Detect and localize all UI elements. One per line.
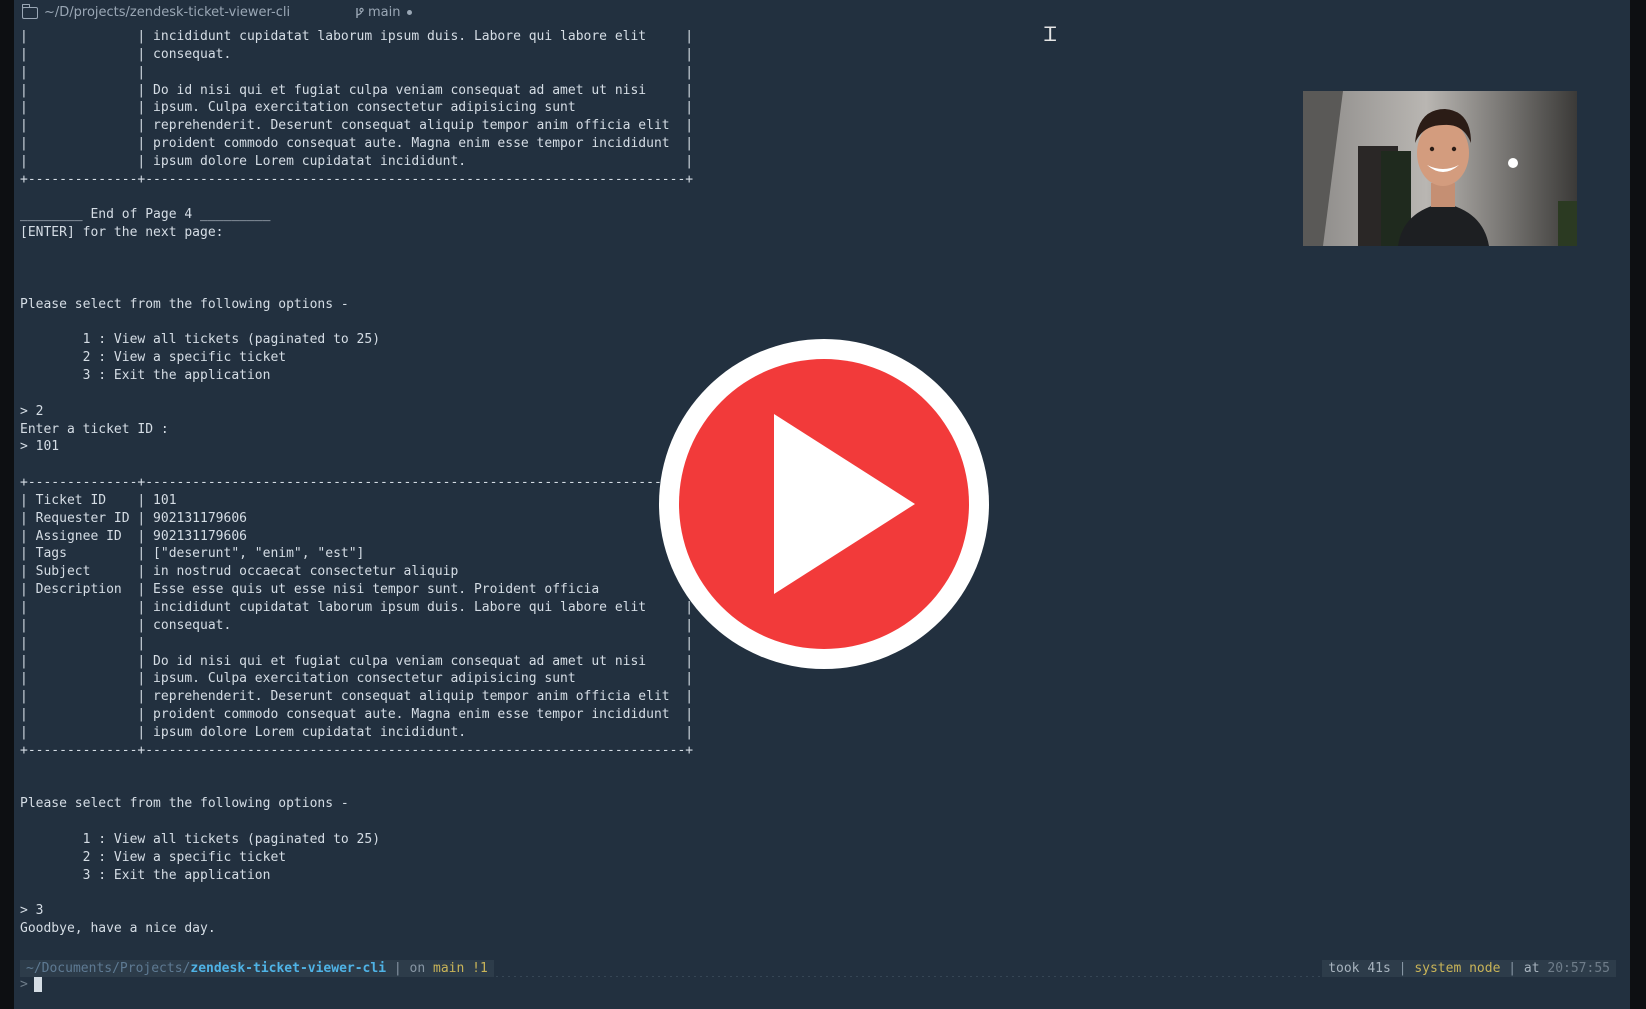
prompt-at-label: at bbox=[1523, 961, 1548, 976]
titlebar-branch-label: main bbox=[368, 5, 401, 20]
titlebar-path: ~/D/projects/zendesk-ticket-viewer-cli bbox=[21, 3, 291, 20]
prompt-separator: | bbox=[1390, 961, 1415, 976]
terminal-output: | | incididunt cupidatat laborum ipsum d… bbox=[20, 29, 694, 937]
titlebar-path-text: ~/D/projects/zendesk-ticket-viewer-cli bbox=[44, 5, 291, 20]
prompt-left-segment: ~/Documents/Projects/zendesk-ticket-view… bbox=[20, 960, 494, 977]
play-icon[interactable] bbox=[659, 339, 989, 669]
command-input-line[interactable]: > bbox=[20, 977, 42, 992]
prompt-on-label: on bbox=[409, 961, 434, 976]
prompt-right-segment: took 41s | system node | at 20:57:55 bbox=[1322, 960, 1616, 977]
prompt-dotted-fill bbox=[493, 960, 1323, 977]
prompt-node: system node bbox=[1414, 961, 1501, 976]
folder-icon bbox=[21, 3, 38, 19]
webcam-video bbox=[1303, 91, 1577, 246]
prompt-status-bar: ~/Documents/Projects/zendesk-ticket-view… bbox=[20, 960, 1616, 977]
titlebar-branch: main bbox=[354, 5, 413, 20]
prompt-separator: | bbox=[386, 961, 410, 976]
git-branch-icon bbox=[356, 7, 364, 18]
ibeam-cursor-icon: Ꮖ bbox=[1044, 22, 1058, 46]
titlebar: ~/D/projects/zendesk-ticket-viewer-cli m… bbox=[14, 0, 1630, 26]
prompt-symbol: > bbox=[20, 977, 28, 992]
prompt-repo: zendesk-ticket-viewer-cli bbox=[190, 961, 387, 976]
prompt-separator: | bbox=[1500, 961, 1524, 976]
text-cursor bbox=[33, 977, 42, 992]
modified-dot-icon bbox=[407, 10, 413, 15]
prompt-branch: main !1 bbox=[433, 961, 488, 976]
video-play-button[interactable] bbox=[659, 339, 989, 669]
prompt-took: took 41s bbox=[1328, 961, 1391, 976]
prompt-time: 20:57:55 bbox=[1547, 961, 1610, 976]
prompt-dir: ~/Documents/Projects/ bbox=[26, 961, 191, 976]
